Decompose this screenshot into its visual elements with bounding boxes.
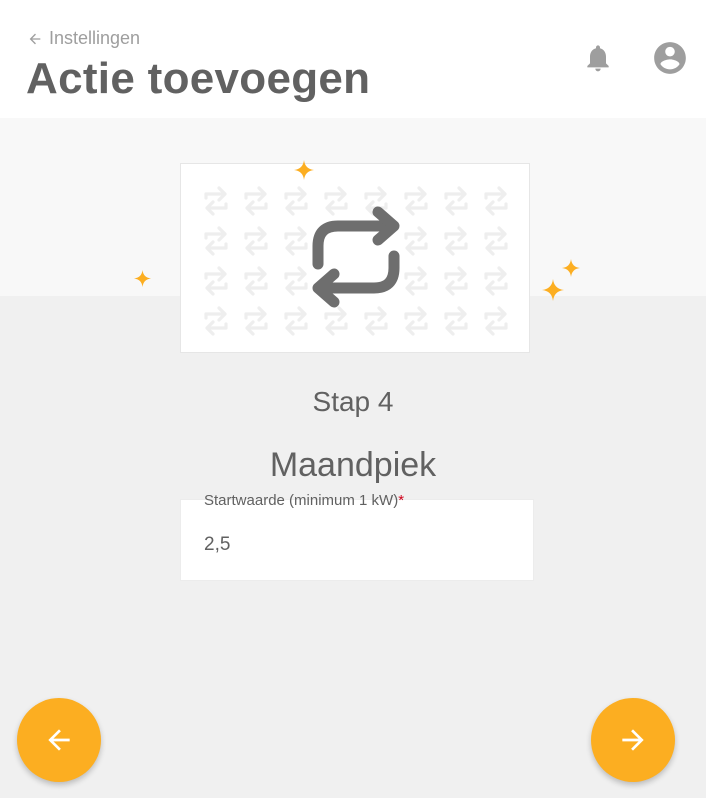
page-title: Actie toevoegen (26, 54, 371, 103)
next-step-button[interactable] (591, 698, 675, 782)
step-indicator: Stap 4 (312, 386, 394, 417)
back-link-label: Instellingen (49, 28, 141, 48)
start-value-label: Startwaarde (minimum 1 kW)* (204, 492, 404, 509)
sparkle-icon (562, 259, 580, 277)
action-name: Maandpiek (269, 446, 437, 484)
start-value-input[interactable]: 2,5 (204, 534, 230, 556)
sparkle-icon (134, 270, 151, 287)
arrow-left-icon (29, 33, 41, 44)
bell-icon[interactable] (582, 40, 614, 76)
required-marker: * (398, 492, 405, 509)
start-value-label-text: Startwaarde (minimum 1 kW) (204, 492, 399, 509)
repeat-icon (312, 206, 400, 308)
arrow-right-icon (622, 729, 644, 751)
back-link[interactable]: Instellingen (27, 28, 140, 49)
arrow-left-icon (48, 729, 70, 751)
app-header: Instellingen Actie toevoegen (0, 0, 706, 118)
previous-step-button[interactable] (17, 698, 101, 782)
account-circle-icon[interactable] (651, 39, 689, 77)
start-value-field[interactable]: Startwaarde (minimum 1 kW)* 2,5 (180, 492, 534, 581)
action-illustration-card (180, 163, 530, 353)
sparkle-icon (294, 160, 314, 180)
sparkle-icon (542, 279, 564, 301)
